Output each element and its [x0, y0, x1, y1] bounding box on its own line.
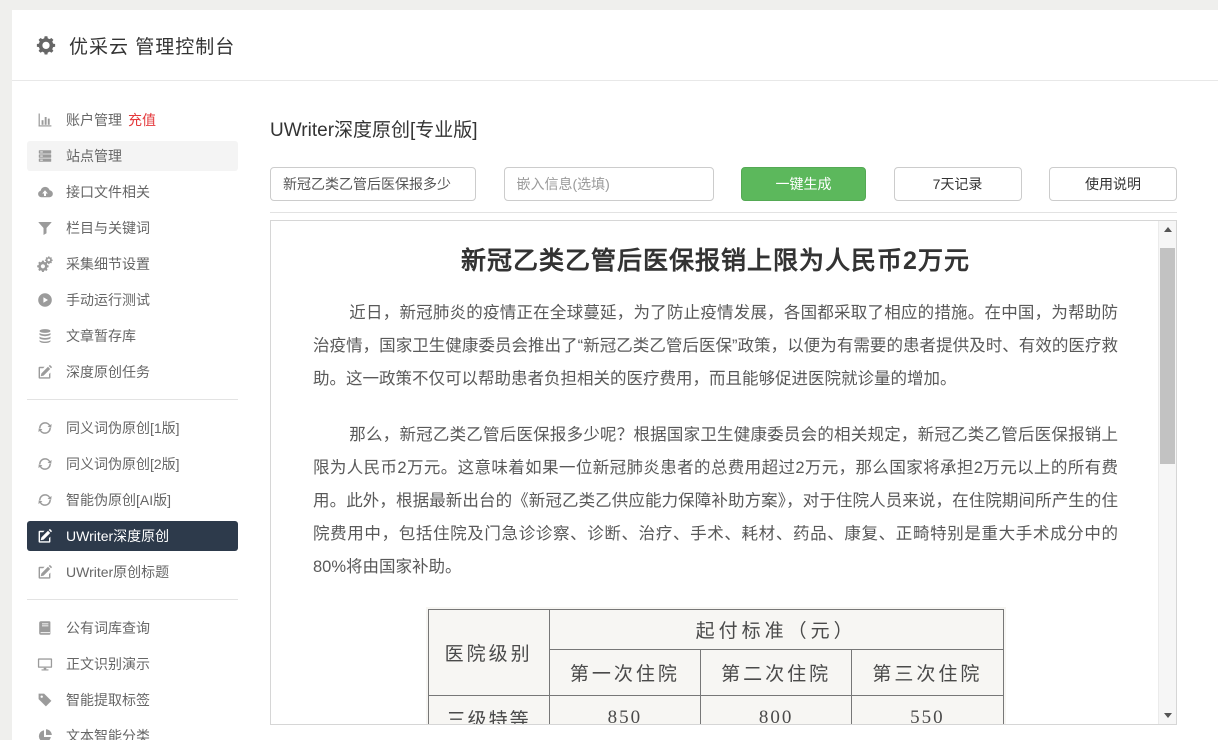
sidebar-item-label: 接口文件相关	[66, 182, 150, 202]
sidebar-nav: 账户管理充值站点管理接口文件相关栏目与关键词采集细节设置手动运行测试文章暂存库深…	[12, 81, 258, 740]
sidebar-item-同义词伪原创[2版][interactable]: 同义词伪原创[2版]	[27, 449, 238, 479]
sidebar-item-文章暂存库[interactable]: 文章暂存库	[27, 321, 238, 351]
sidebar-item-label: 手动运行测试	[66, 290, 150, 310]
table-corner-header: 医院级别	[428, 610, 549, 696]
sidebar-item-正文识别演示[interactable]: 正文识别演示	[27, 649, 238, 679]
sidebar-item-UWriter深度原创[interactable]: UWriter深度原创	[27, 521, 238, 551]
database-icon	[37, 328, 53, 344]
article-content: 新冠乙类乙管后医保报销上限为人民币2万元 近日，新冠肺炎的疫情正在全球蔓延，为了…	[271, 221, 1176, 725]
gear-icon	[36, 35, 56, 55]
refresh-icon	[37, 420, 53, 436]
table-row: 三级特等850800550	[428, 696, 1003, 726]
scroll-up-arrow-icon[interactable]	[1159, 221, 1176, 238]
top-header: 优采云 管理控制台	[12, 10, 1218, 81]
bar-chart-icon	[37, 112, 53, 128]
table-group-header: 起付标准（元）	[549, 610, 1003, 650]
table-sub-header: 第三次住院	[852, 650, 1003, 696]
sidebar-item-label: 同义词伪原创[2版]	[66, 454, 180, 474]
pie-chart-icon	[37, 728, 53, 740]
sidebar-item-站点管理[interactable]: 站点管理	[27, 141, 238, 171]
sidebar-divider	[27, 599, 238, 600]
table-sub-header: 第二次住院	[701, 650, 852, 696]
sidebar-item-同义词伪原创[1版][interactable]: 同义词伪原创[1版]	[27, 413, 238, 443]
sidebar-item-公有词库查询[interactable]: 公有词库查询	[27, 613, 238, 643]
article-title: 新冠乙类乙管后医保报销上限为人民币2万元	[313, 241, 1118, 277]
table-sub-header: 第一次住院	[549, 650, 700, 696]
sidebar-item-label: 同义词伪原创[1版]	[66, 418, 180, 438]
cloud-upload-icon	[37, 184, 53, 200]
article-scrollbar[interactable]	[1158, 221, 1176, 724]
table-cell: 800	[701, 696, 852, 726]
site-list-icon	[37, 148, 53, 164]
embed-info-input[interactable]	[504, 167, 714, 201]
gears-icon	[37, 256, 53, 272]
sidebar-item-栏目与关键词[interactable]: 栏目与关键词	[27, 213, 238, 243]
tag-icon	[37, 692, 53, 708]
sidebar-item-label: UWriter深度原创	[66, 526, 169, 546]
hospital-fee-table-image: 医院级别 起付标准（元） 第一次住院第二次住院第三次住院 三级特等8508005…	[426, 607, 1006, 725]
usage-help-button[interactable]: 使用说明	[1049, 167, 1177, 201]
scroll-down-arrow-icon[interactable]	[1159, 707, 1176, 724]
refresh-icon	[37, 456, 53, 472]
sidebar-item-深度原创任务[interactable]: 深度原创任务	[27, 357, 238, 387]
sidebar-item-UWriter原创标题[interactable]: UWriter原创标题	[27, 557, 238, 587]
edit-icon	[37, 528, 53, 544]
monitor-icon	[37, 656, 53, 672]
sidebar-item-手动运行测试[interactable]: 手动运行测试	[27, 285, 238, 315]
sidebar-item-label: 站点管理	[66, 146, 122, 166]
edit-icon	[37, 564, 53, 580]
page-title: UWriter深度原创[专业版]	[270, 115, 1177, 142]
sidebar-item-label: 采集细节设置	[66, 254, 150, 274]
article-paragraph: 那么，新冠乙类乙管后医保报多少呢？根据国家卫生健康委员会的相关规定，新冠乙类乙管…	[313, 419, 1118, 584]
book-icon	[37, 620, 53, 636]
hospital-fee-table: 医院级别 起付标准（元） 第一次住院第二次住院第三次住院 三级特等8508005…	[428, 609, 1004, 725]
table-cell: 550	[852, 696, 1003, 726]
sidebar-item-label: 智能伪原创[AI版]	[66, 490, 171, 510]
sidebar-item-label: 栏目与关键词	[66, 218, 150, 238]
sidebar-item-文本智能分类[interactable]: 文本智能分类	[27, 721, 238, 740]
generate-button[interactable]: 一键生成	[741, 167, 866, 201]
admin-console-window: 优采云 管理控制台 账户管理充值站点管理接口文件相关栏目与关键词采集细节设置手动…	[12, 10, 1218, 740]
sidebar-item-label: 文本智能分类	[66, 726, 150, 740]
sidebar-item-接口文件相关[interactable]: 接口文件相关	[27, 177, 238, 207]
table-cell: 850	[549, 696, 700, 726]
sidebar-item-账户管理[interactable]: 账户管理充值	[27, 105, 238, 135]
sidebar-item-label: 公有词库查询	[66, 618, 150, 638]
sidebar-item-label: 文章暂存库	[66, 326, 136, 346]
sidebar-item-label: 正文识别演示	[66, 654, 150, 674]
toolbar: 一键生成 7天记录 使用说明	[270, 167, 1177, 201]
main-panel: UWriter深度原创[专业版] 一键生成 7天记录 使用说明 新冠乙类乙管后医…	[258, 81, 1218, 740]
article-paragraph: 近日，新冠肺炎的疫情正在全球蔓延，为了防止疫情发展，各国都采取了相应的措施。在中…	[313, 297, 1118, 396]
play-circle-icon	[37, 292, 53, 308]
keyword-input[interactable]	[270, 167, 476, 201]
scrollbar-thumb[interactable]	[1160, 248, 1175, 464]
article-result-panel: 新冠乙类乙管后医保报销上限为人民币2万元 近日，新冠肺炎的疫情正在全球蔓延，为了…	[270, 220, 1177, 725]
sidebar-item-采集细节设置[interactable]: 采集细节设置	[27, 249, 238, 279]
sidebar-item-智能伪原创[AI版][interactable]: 智能伪原创[AI版]	[27, 485, 238, 515]
recharge-badge[interactable]: 充值	[128, 110, 156, 130]
app-title: 优采云 管理控制台	[69, 32, 235, 59]
sidebar-item-智能提取标签[interactable]: 智能提取标签	[27, 685, 238, 715]
sidebar-divider	[27, 399, 238, 400]
seven-day-records-button[interactable]: 7天记录	[894, 167, 1022, 201]
sidebar-item-label: 深度原创任务	[66, 362, 150, 382]
refresh-icon	[37, 492, 53, 508]
sidebar-item-label: 账户管理	[66, 110, 122, 130]
table-cell: 三级特等	[428, 696, 549, 726]
edit-icon	[37, 364, 53, 380]
sidebar-item-label: 智能提取标签	[66, 690, 150, 710]
filter-icon	[37, 220, 53, 236]
sidebar-item-label: UWriter原创标题	[66, 562, 169, 582]
panel-divider	[270, 212, 1177, 213]
